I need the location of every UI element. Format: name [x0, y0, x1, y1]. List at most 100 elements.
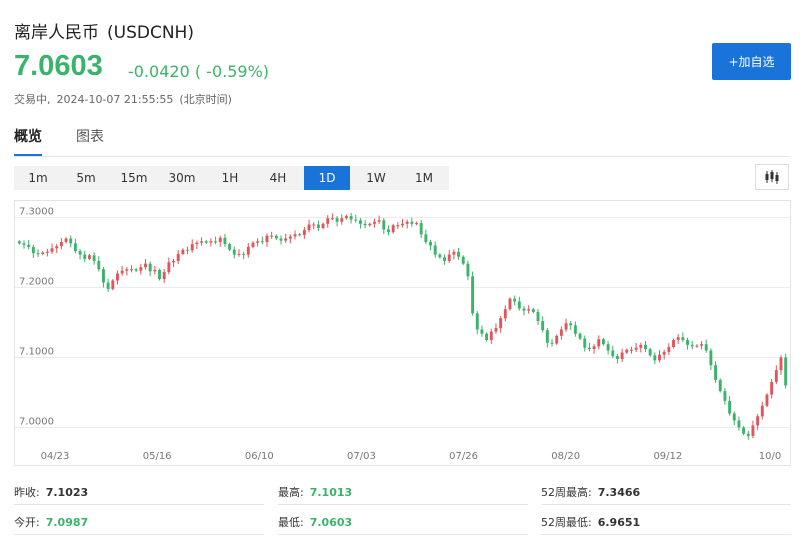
candle-body	[344, 216, 348, 219]
x-tick-label: 06/10	[245, 451, 274, 462]
candle-body	[116, 273, 119, 281]
stat-divider	[541, 534, 791, 535]
candle-body	[279, 238, 283, 241]
interval-30m[interactable]: 30m	[159, 166, 205, 190]
candle-body	[457, 251, 461, 257]
candle-body	[410, 221, 414, 224]
candle-body	[672, 340, 675, 347]
candle-body	[765, 394, 769, 406]
interval-1d[interactable]: 1D	[304, 166, 350, 190]
candle-body	[583, 338, 587, 348]
candle-body	[190, 244, 194, 251]
candle-body	[639, 344, 643, 348]
candle-body	[630, 349, 633, 351]
candle-body	[50, 248, 54, 252]
stat-divider	[278, 534, 528, 535]
candle-body	[569, 323, 573, 326]
candle-body	[354, 219, 358, 221]
interval-1w[interactable]: 1W	[353, 166, 399, 190]
candle-body	[358, 220, 362, 224]
candle-body	[167, 262, 171, 273]
candle-body	[681, 337, 685, 340]
candle-body	[214, 241, 218, 243]
candle-body	[690, 344, 694, 347]
candle-body	[531, 309, 535, 312]
candle-body	[83, 254, 87, 259]
y-tick-label: 7.0000	[19, 417, 54, 428]
candle-body	[59, 242, 63, 247]
candle-body	[644, 344, 647, 350]
tab-chart[interactable]: 图表	[76, 126, 104, 146]
interval-5m[interactable]: 5m	[63, 166, 109, 190]
candle-body	[298, 234, 302, 236]
candle-body	[172, 260, 175, 263]
candle-body	[340, 218, 344, 222]
candle-body	[676, 337, 680, 340]
candle-body	[485, 333, 489, 340]
candle-body	[527, 309, 531, 311]
candle-body	[704, 344, 708, 351]
instrument-name: 离岸人民币	[14, 23, 99, 43]
candle-body	[714, 365, 718, 380]
tab-overview[interactable]: 概览	[14, 126, 42, 146]
interval-15m[interactable]: 15m	[111, 166, 157, 190]
candle-body	[125, 269, 129, 271]
candle-body	[555, 335, 559, 344]
candle-body	[419, 223, 423, 235]
candle-body	[433, 245, 437, 255]
price-chart[interactable]: 7.3000 7.2000 7.1000 7.0000 04/23 05/16 06/10 0…	[14, 200, 791, 466]
candle-body	[648, 349, 652, 356]
candle-body	[503, 309, 507, 319]
candle-body	[559, 329, 563, 336]
candle-body	[237, 253, 241, 255]
add-to-watchlist-button[interactable]: +加自选	[712, 43, 791, 80]
candle-body	[550, 342, 554, 344]
candle-body	[662, 351, 666, 355]
candle-body	[513, 298, 517, 302]
interval-1h[interactable]: 1H	[207, 166, 253, 190]
candle-body	[625, 349, 629, 353]
interval-4h[interactable]: 4H	[255, 166, 301, 190]
stat-low: 最低: 7.0603	[278, 516, 353, 529]
candle-body	[737, 420, 741, 428]
candle-body	[494, 328, 498, 332]
y-tick-label: 7.2000	[19, 277, 54, 288]
candle-body	[363, 223, 367, 226]
interval-1m[interactable]: 1m	[15, 166, 61, 190]
candle-body	[55, 246, 59, 249]
timezone-label: (北京时间)	[179, 93, 232, 106]
candle-body	[265, 235, 269, 242]
candle-body	[377, 220, 381, 222]
candle-body	[120, 270, 124, 274]
candle-body	[111, 280, 115, 289]
candle-body	[480, 329, 484, 334]
candle-body	[97, 260, 101, 270]
stat-prev-close: 昨收: 7.1023	[14, 486, 89, 499]
candle-body	[709, 350, 713, 366]
x-tick-label: 05/16	[143, 451, 172, 462]
candle-body	[162, 272, 166, 280]
candle-body	[200, 241, 204, 243]
candle-body	[186, 249, 190, 251]
candle-body	[101, 269, 105, 283]
candle-body	[634, 347, 638, 350]
status-label: 交易中,	[14, 93, 51, 106]
candlestick-chart-svg: 7.3000 7.2000 7.1000 7.0000 04/23 05/16 06/10 0…	[15, 207, 790, 462]
candle-body	[330, 218, 334, 220]
candle-body	[746, 433, 750, 436]
candle-body	[316, 224, 320, 228]
candle-body	[686, 340, 689, 345]
candle-body	[573, 325, 577, 334]
stat-52w-low: 52周最低: 6.9651	[541, 516, 641, 529]
x-tick-label: 09/12	[653, 451, 682, 462]
candle-body	[606, 344, 610, 351]
candle-body	[751, 425, 755, 436]
candle-body	[391, 225, 395, 233]
tab-divider	[14, 156, 790, 157]
chart-type-button[interactable]	[755, 164, 789, 190]
candle-body	[438, 254, 442, 258]
interval-1mo[interactable]: 1M	[401, 166, 447, 190]
candle-body	[382, 220, 386, 230]
candle-body	[522, 308, 526, 311]
stat-high: 最高: 7.1013	[278, 486, 353, 499]
